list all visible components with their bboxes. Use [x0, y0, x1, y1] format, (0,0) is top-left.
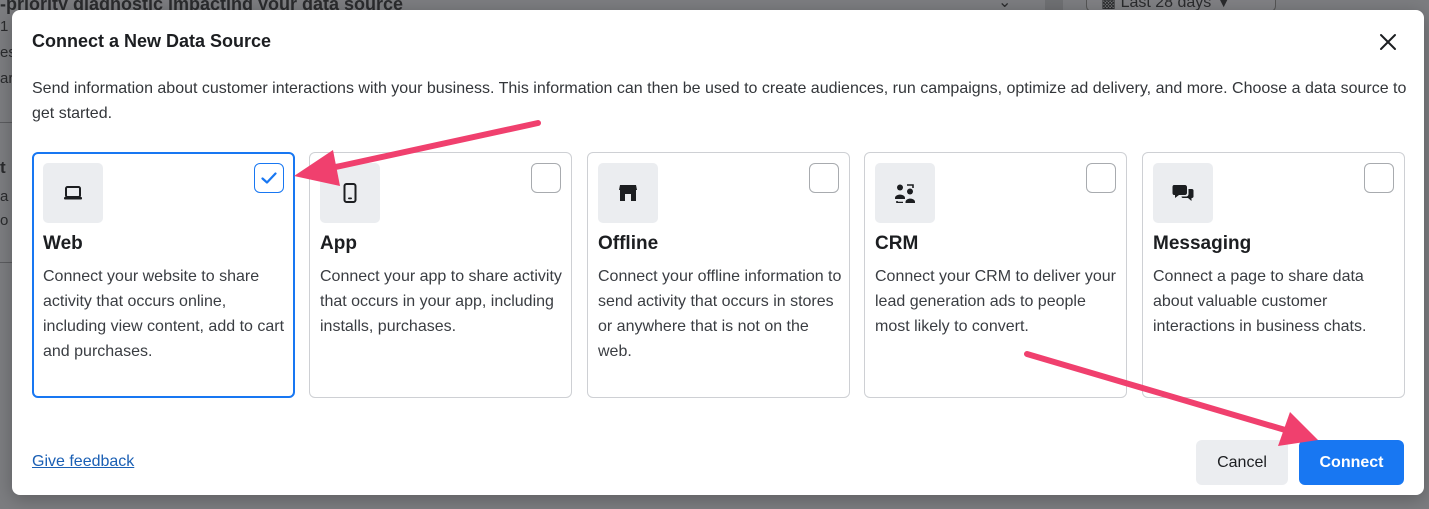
card-icon-container — [320, 163, 380, 223]
card-description: Connect your app to share activity that … — [320, 268, 562, 335]
laptop-icon — [64, 186, 82, 200]
selection-checkbox[interactable] — [254, 163, 284, 193]
background-text-fragment: t — [0, 158, 6, 177]
people-swap-icon — [895, 184, 915, 203]
selection-checkbox[interactable] — [809, 163, 839, 193]
connect-button[interactable]: Connect — [1299, 440, 1404, 485]
card-icon-container — [43, 163, 103, 223]
background-text-fragment: o — [0, 212, 9, 229]
card-description: Connect a page to share data about valua… — [1153, 268, 1367, 335]
card-title: CRM — [875, 233, 919, 254]
card-title: Web — [43, 233, 83, 254]
data-source-card-offline[interactable]: Offline Connect your offline information… — [587, 152, 850, 398]
connect-data-source-dialog: Connect a New Data Source Send informati… — [12, 10, 1424, 495]
background-divider — [0, 262, 12, 263]
checkmark-icon — [261, 172, 277, 184]
give-feedback-link[interactable]: Give feedback — [32, 453, 134, 471]
close-icon — [1380, 34, 1396, 50]
data-source-card-web[interactable]: Web Connect your website to share activi… — [32, 152, 295, 398]
card-description: Connect your CRM to deliver your lead ge… — [875, 268, 1116, 335]
card-description: Connect your website to share activity t… — [43, 268, 285, 360]
data-source-card-messaging[interactable]: Messaging Connect a page to share data a… — [1142, 152, 1405, 398]
selection-checkbox[interactable] — [1086, 163, 1116, 193]
card-icon-container — [598, 163, 658, 223]
close-button[interactable] — [1376, 30, 1400, 54]
chat-bubbles-icon — [1172, 185, 1194, 201]
card-icon-container — [875, 163, 935, 223]
selection-checkbox[interactable] — [531, 163, 561, 193]
data-source-card-app[interactable]: App Connect your app to share activity t… — [309, 152, 572, 398]
card-description: Connect your offline information to send… — [598, 268, 842, 360]
mobile-phone-icon — [343, 183, 357, 203]
card-title: Messaging — [1153, 233, 1252, 254]
background-divider — [0, 122, 12, 123]
store-icon — [619, 185, 637, 201]
card-title: Offline — [598, 233, 659, 254]
data-source-card-crm[interactable]: CRM Connect your CRM to deliver your lea… — [864, 152, 1127, 398]
background-text-fragment: 1 — [0, 18, 9, 35]
cancel-button[interactable]: Cancel — [1196, 440, 1288, 485]
dialog-title: Connect a New Data Source — [32, 31, 272, 51]
dialog-description: Send information about customer interact… — [32, 80, 1407, 122]
card-title: App — [320, 233, 357, 254]
selection-checkbox[interactable] — [1364, 163, 1394, 193]
card-icon-container — [1153, 163, 1213, 223]
background-text-fragment: a — [0, 188, 9, 205]
